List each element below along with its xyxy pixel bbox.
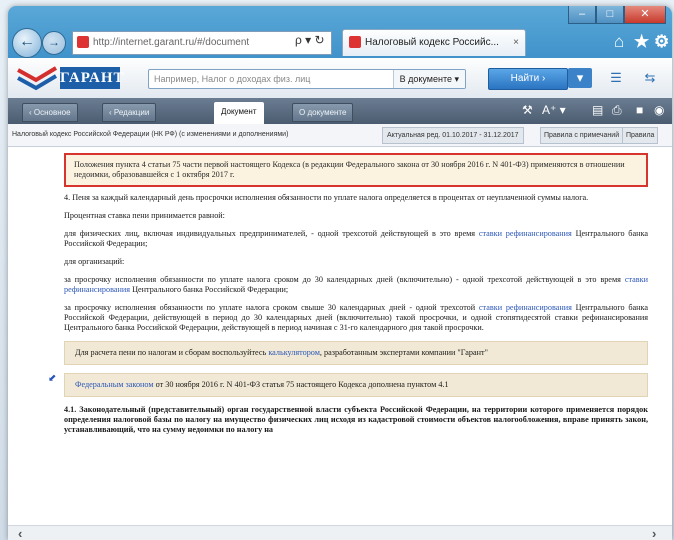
- highlighted-note: Положения пункта 4 статьи 75 части перво…: [64, 153, 648, 187]
- site-favicon-icon: [77, 36, 89, 49]
- address-controls[interactable]: ρ ▾ ↻: [295, 33, 325, 47]
- garant-logo-text: ГАРАНТ: [60, 67, 124, 89]
- print-icon[interactable]: ⎙: [612, 103, 622, 118]
- settings-gear-icon[interactable]: ⚙: [654, 32, 669, 52]
- back-button[interactable]: ←: [12, 28, 42, 58]
- text-size-control[interactable]: A⁺ ▾: [542, 103, 566, 117]
- mode-tabs-bar: ‹ Основное ‹ Редакции Документ О докумен…: [8, 98, 672, 126]
- search-scope-select[interactable]: В документе ▾: [392, 70, 465, 88]
- tab-about-document[interactable]: О документе: [292, 103, 354, 122]
- address-row: ← → http://internet.garant.ru/#/document…: [8, 26, 672, 58]
- desktop-background: ‒ □ ✕ ← → http://internet.garant.ru/#/do…: [0, 0, 674, 540]
- document-content: ⬋ Положения пункта 4 статьи 75 части пер…: [8, 147, 672, 525]
- paragraph-over-30: за просрочку исполнения обязанности по у…: [64, 303, 648, 332]
- refinancing-rate-link[interactable]: ставки рефинансирования: [479, 303, 572, 312]
- tab-main[interactable]: ‹ Основное: [22, 103, 78, 122]
- scroll-right-icon[interactable]: ›: [652, 526, 656, 540]
- garant-logo-mark-icon: [17, 66, 58, 91]
- paragraph-4: 4. Пеня за каждый календарный день проср…: [64, 193, 589, 202]
- tab-revisions[interactable]: ‹ Редакции: [102, 103, 157, 122]
- document-title: Налоговый кодекс Российской Федерации (Н…: [12, 131, 289, 138]
- calculator-link[interactable]: калькулятором: [268, 348, 320, 357]
- find-button[interactable]: Найти ›: [488, 68, 568, 90]
- info-icon[interactable]: ◉: [654, 103, 664, 117]
- tab-title: Налоговый кодекс Российс...: [365, 37, 499, 48]
- search-input[interactable]: Например, Налог о доходах физ. лиц В док…: [148, 69, 466, 89]
- maximize-button[interactable]: □: [596, 6, 624, 24]
- horizontal-scrollbar[interactable]: ‹ ›: [8, 525, 672, 540]
- paragraph-rate: Процентная ставка пени принимается равно…: [64, 211, 225, 220]
- compare-icon[interactable]: ⇆: [638, 68, 662, 88]
- garant-logo[interactable]: ГАРАНТ: [16, 62, 126, 94]
- document-body: Положения пункта 4 статьи 75 части перво…: [64, 153, 648, 443]
- document-header-row: Налоговый кодекс Российской Федерации (Н…: [8, 124, 672, 147]
- address-url: http://internet.garant.ru/#/document: [93, 37, 250, 48]
- paragraph-4-1: 4.1. Законодательный (представительный) …: [64, 405, 648, 434]
- bookmark-icon[interactable]: ■: [636, 103, 643, 117]
- toolbox-icon[interactable]: ⚒: [522, 103, 533, 117]
- show-rules-button[interactable]: Правила: [622, 127, 659, 144]
- home-icon[interactable]: ⌂: [614, 32, 624, 52]
- tab-close-icon[interactable]: ×: [513, 30, 519, 56]
- paragraph-marker-icon[interactable]: ⬋: [48, 373, 56, 384]
- version-selector[interactable]: Актуальная ред. 01.10.2017 - 31.12.2017: [382, 127, 524, 144]
- scroll-left-icon[interactable]: ‹: [18, 526, 22, 540]
- tab-favicon-icon: [349, 36, 361, 49]
- search-placeholder: Например, Налог о доходах физ. лиц: [154, 74, 311, 84]
- federal-law-link[interactable]: Федеральным законом: [75, 380, 154, 389]
- browser-window: ‒ □ ✕ ← → http://internet.garant.ru/#/do…: [8, 6, 672, 540]
- calculator-note: Для расчета пени по налогам и сборам вос…: [64, 341, 648, 365]
- list-icon[interactable]: ☰: [604, 68, 628, 88]
- paragraph-organizations: для организаций:: [64, 257, 125, 266]
- window-controls: ‒ □ ✕: [568, 6, 666, 24]
- refinancing-rate-link[interactable]: ставки рефинансирования: [479, 229, 572, 238]
- paragraph-individuals: для физических лиц, включая индивидуальн…: [64, 229, 648, 248]
- browser-tab[interactable]: Налоговый кодекс Российс... ×: [342, 29, 526, 56]
- minimize-button[interactable]: ‒: [568, 6, 596, 24]
- garant-toolbar: ГАРАНТ Например, Налог о доходах физ. ли…: [8, 58, 672, 99]
- tab-document[interactable]: Документ: [214, 102, 264, 126]
- address-bar[interactable]: http://internet.garant.ru/#/document: [72, 31, 332, 55]
- forward-button[interactable]: →: [42, 31, 66, 55]
- favorites-star-icon[interactable]: ★: [634, 32, 649, 52]
- close-window-button[interactable]: ✕: [624, 6, 666, 24]
- show-notes-button[interactable]: Правила с примечаний: [540, 127, 624, 144]
- search-options-icon[interactable]: ▾: [568, 68, 592, 88]
- save-icon[interactable]: ▤: [592, 103, 603, 117]
- amendment-note: Федеральным законом от 30 ноября 2016 г.…: [64, 373, 648, 397]
- paragraph-up-to-30: за просрочку исполнения обязанности по у…: [64, 275, 648, 294]
